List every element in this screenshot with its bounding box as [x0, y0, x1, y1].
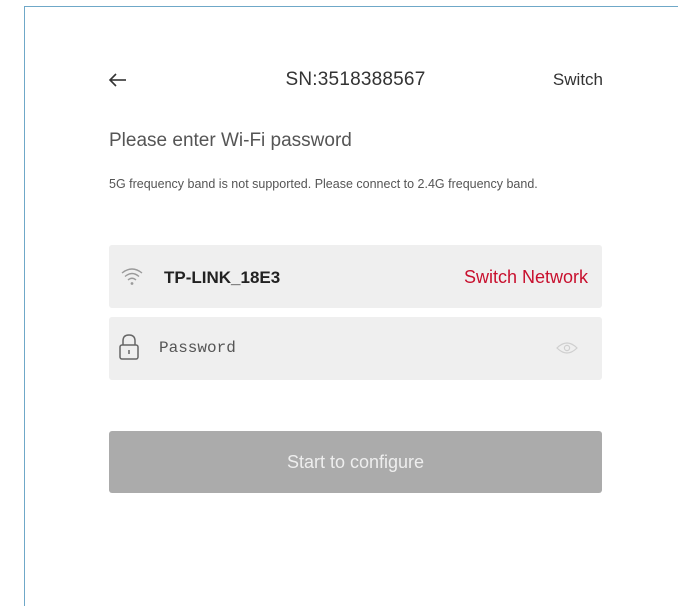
frequency-note: 5G frequency band is not supported. Plea… — [109, 177, 538, 191]
switch-network-button[interactable]: Switch Network — [464, 267, 588, 288]
switch-button[interactable]: Switch — [553, 70, 603, 90]
network-name: TP-LINK_18E3 — [164, 268, 281, 287]
top-bar: SN:3518388567 Switch — [108, 66, 603, 96]
network-row: TP-LINK_18E3 Switch Network — [109, 245, 602, 308]
lock-icon — [117, 333, 141, 361]
password-row — [109, 317, 602, 380]
serial-number-title: SN:3518388567 — [285, 69, 426, 90]
page-heading: Please enter Wi-Fi password — [109, 130, 352, 151]
password-input[interactable] — [159, 335, 539, 361]
eye-icon[interactable] — [556, 341, 578, 355]
start-configure-button[interactable]: Start to configure — [109, 431, 602, 493]
wifi-icon — [120, 266, 144, 286]
